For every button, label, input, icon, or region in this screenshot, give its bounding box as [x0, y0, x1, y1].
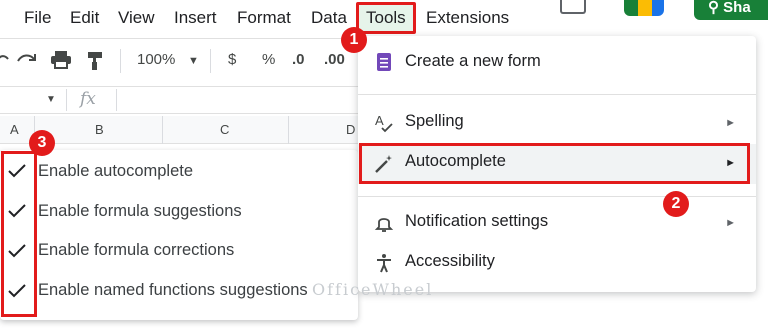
menu-tools[interactable]: Tools [366, 6, 406, 30]
paint-format-icon[interactable] [86, 51, 104, 75]
submenu-arrow-icon: ► [725, 217, 736, 229]
menu-data[interactable]: Data [311, 6, 347, 30]
zoom-select[interactable]: 100% [137, 51, 175, 68]
increase-decimal-button[interactable]: .00 [324, 51, 345, 68]
accessibility-item[interactable]: Accessibility [405, 252, 495, 271]
toolbar-divider [120, 49, 121, 73]
undo-icon[interactable] [0, 51, 10, 69]
column-divider [162, 116, 163, 144]
accessibility-icon [377, 254, 391, 273]
menu-insert[interactable]: Insert [174, 6, 217, 30]
currency-format-button[interactable]: $ [228, 51, 236, 68]
fx-icon: fx [80, 89, 96, 109]
step-badge-2: 2 [663, 191, 689, 217]
menu-bar: File Edit View Insert Format Data Tools … [0, 0, 520, 36]
step-badge-3: 3 [29, 130, 55, 156]
formula-divider [116, 89, 117, 111]
enable-named-functions-suggestions-option[interactable]: Enable named functions suggestions [38, 281, 308, 300]
menu-edit[interactable]: Edit [70, 6, 99, 30]
menu-divider [358, 94, 756, 95]
forms-icon [377, 53, 391, 71]
checkmarks-highlight-box [1, 151, 37, 317]
create-new-form-item[interactable]: Create a new form [405, 52, 541, 71]
autocomplete-highlight-box [359, 143, 750, 184]
step-badge-1: 1 [341, 27, 367, 53]
menu-view[interactable]: View [118, 6, 155, 30]
menu-extensions[interactable]: Extensions [426, 6, 509, 30]
formula-bar: ▼ fx [0, 86, 360, 114]
menu-file[interactable]: File [24, 6, 51, 30]
enable-autocomplete-option[interactable]: Enable autocomplete [38, 162, 193, 181]
submenu-arrow-icon: ► [725, 117, 736, 129]
zoom-dropdown-icon[interactable]: ▼ [188, 55, 199, 67]
formula-divider [66, 89, 67, 111]
enable-formula-suggestions-option[interactable]: Enable formula suggestions [38, 202, 242, 221]
toolbar: 100% ▼ $ % .0 .00 [0, 38, 360, 84]
share-button[interactable]: ⚲ Sha [694, 0, 768, 20]
menu-format[interactable]: Format [237, 6, 291, 30]
column-header-a[interactable]: A [10, 122, 19, 137]
print-icon[interactable] [50, 51, 72, 73]
bell-icon [374, 218, 394, 232]
svg-text:A: A [375, 113, 384, 128]
redo-icon[interactable] [16, 51, 38, 69]
watermark-logo: OfficeWheel [312, 280, 434, 299]
spelling-icon: A [375, 113, 393, 133]
comment-icon[interactable] [560, 0, 586, 14]
toolbar-divider [210, 49, 211, 73]
autocomplete-submenu: Enable autocomplete Enable formula sugge… [0, 150, 358, 320]
column-header-d[interactable]: D [346, 122, 355, 137]
column-header-b[interactable]: B [95, 122, 104, 137]
percent-format-button[interactable]: % [262, 51, 275, 68]
notification-settings-item[interactable]: Notification settings [405, 212, 548, 231]
share-label: Sha [723, 0, 751, 16]
name-box-dropdown-icon[interactable]: ▼ [46, 94, 56, 105]
spelling-item[interactable]: Spelling [405, 112, 464, 131]
enable-formula-corrections-option[interactable]: Enable formula corrections [38, 241, 234, 260]
column-divider [288, 116, 289, 144]
decrease-decimal-button[interactable]: .0 [292, 51, 305, 68]
column-header-c[interactable]: C [220, 122, 229, 137]
meet-icon[interactable] [624, 0, 664, 16]
menu-divider [358, 196, 756, 197]
